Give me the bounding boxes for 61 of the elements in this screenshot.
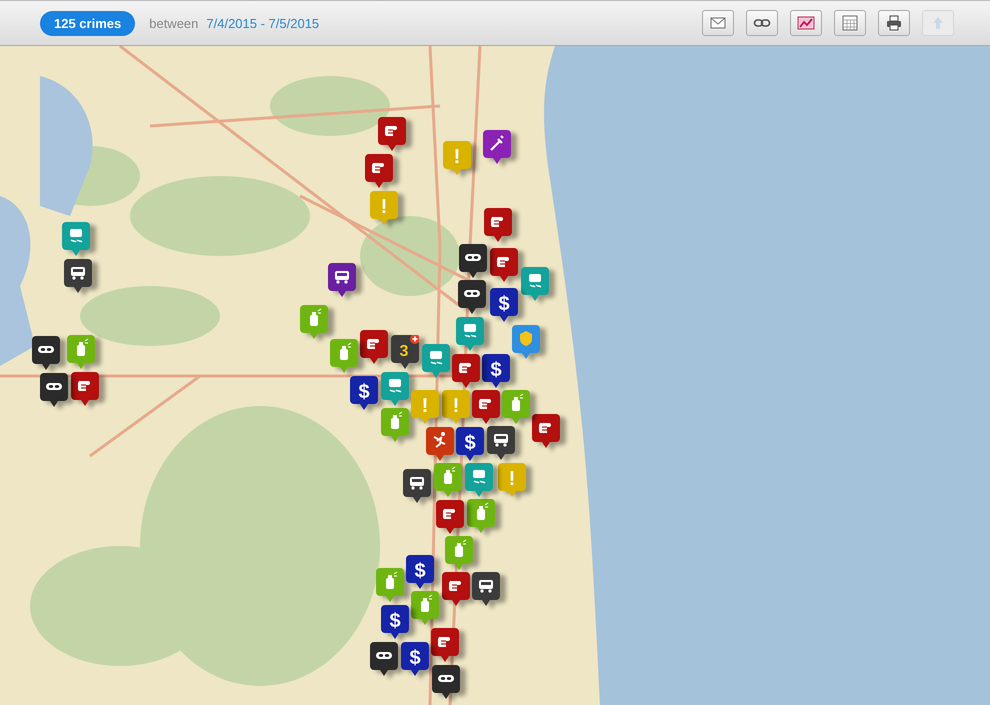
fist-marker[interactable] (436, 500, 464, 534)
chart-icon (797, 14, 815, 32)
skidding-car-marker[interactable] (62, 222, 90, 256)
crime-count-badge: 125 crimes (40, 10, 136, 36)
spray-can-marker[interactable] (411, 591, 439, 626)
falling-person-marker[interactable] (426, 426, 454, 461)
range-label: between (149, 16, 198, 30)
skidding-car-marker[interactable] (520, 267, 549, 301)
symbol-marker[interactable]: $ (482, 354, 510, 388)
car-marker[interactable] (328, 263, 356, 297)
symbol-marker[interactable]: $ (400, 642, 429, 676)
spray-can-marker[interactable] (376, 568, 404, 602)
chart-button[interactable] (790, 10, 822, 36)
skidding-car-marker[interactable] (456, 317, 484, 352)
print-button[interactable] (878, 10, 910, 36)
fist-marker[interactable] (490, 248, 518, 282)
calendar-button[interactable] (834, 10, 866, 36)
police-badge-marker[interactable] (512, 325, 540, 359)
spray-can-marker[interactable] (300, 305, 328, 339)
symbol-marker[interactable]: $ (350, 376, 378, 410)
fist-marker[interactable] (532, 414, 560, 448)
spray-can-marker[interactable] (330, 338, 358, 372)
mask-marker[interactable] (32, 336, 60, 370)
email-button[interactable] (702, 10, 734, 36)
fist-marker[interactable] (484, 208, 512, 242)
skidding-car-marker[interactable] (422, 344, 450, 378)
car-marker[interactable] (472, 572, 500, 606)
mask-marker[interactable] (40, 372, 68, 406)
fist-marker[interactable] (472, 390, 500, 424)
car-marker[interactable] (403, 469, 432, 503)
car-marker[interactable] (64, 258, 92, 292)
cluster-marker[interactable]: 3 (390, 335, 419, 370)
spray-can-marker[interactable] (467, 499, 495, 534)
mask-marker[interactable] (432, 664, 460, 699)
skidding-car-marker[interactable] (464, 462, 493, 497)
spray-can-marker[interactable] (380, 408, 409, 442)
symbol-marker[interactable]: $ (380, 604, 409, 639)
printer-icon (885, 14, 903, 32)
mask-marker[interactable] (370, 642, 398, 676)
fist-marker[interactable] (431, 628, 460, 662)
spray-can-marker[interactable] (66, 334, 94, 368)
map-background[interactable]: ! ! $ 3 $ $ ! ! $ ! $ $ $ (0, 46, 990, 705)
fist-marker[interactable] (365, 154, 393, 188)
mask-marker[interactable] (459, 244, 488, 278)
fist-marker[interactable] (452, 354, 480, 388)
calendar-icon (841, 14, 859, 32)
car-marker[interactable] (487, 426, 516, 460)
mask-marker[interactable] (458, 280, 486, 314)
fist-marker[interactable] (378, 117, 406, 152)
syringe-marker[interactable] (483, 130, 511, 164)
fist-marker[interactable] (71, 372, 100, 406)
skidding-car-marker[interactable] (380, 372, 409, 406)
symbol-marker[interactable]: $ (406, 555, 434, 589)
fist-marker[interactable] (360, 330, 388, 364)
fist-marker[interactable] (442, 572, 470, 606)
symbol-marker[interactable]: $ (490, 288, 518, 322)
symbol-marker[interactable]: $ (456, 426, 484, 460)
link-button[interactable] (746, 10, 778, 36)
spray-can-marker[interactable] (434, 462, 462, 497)
spray-can-marker[interactable] (445, 536, 473, 570)
spray-can-marker[interactable] (502, 390, 530, 424)
